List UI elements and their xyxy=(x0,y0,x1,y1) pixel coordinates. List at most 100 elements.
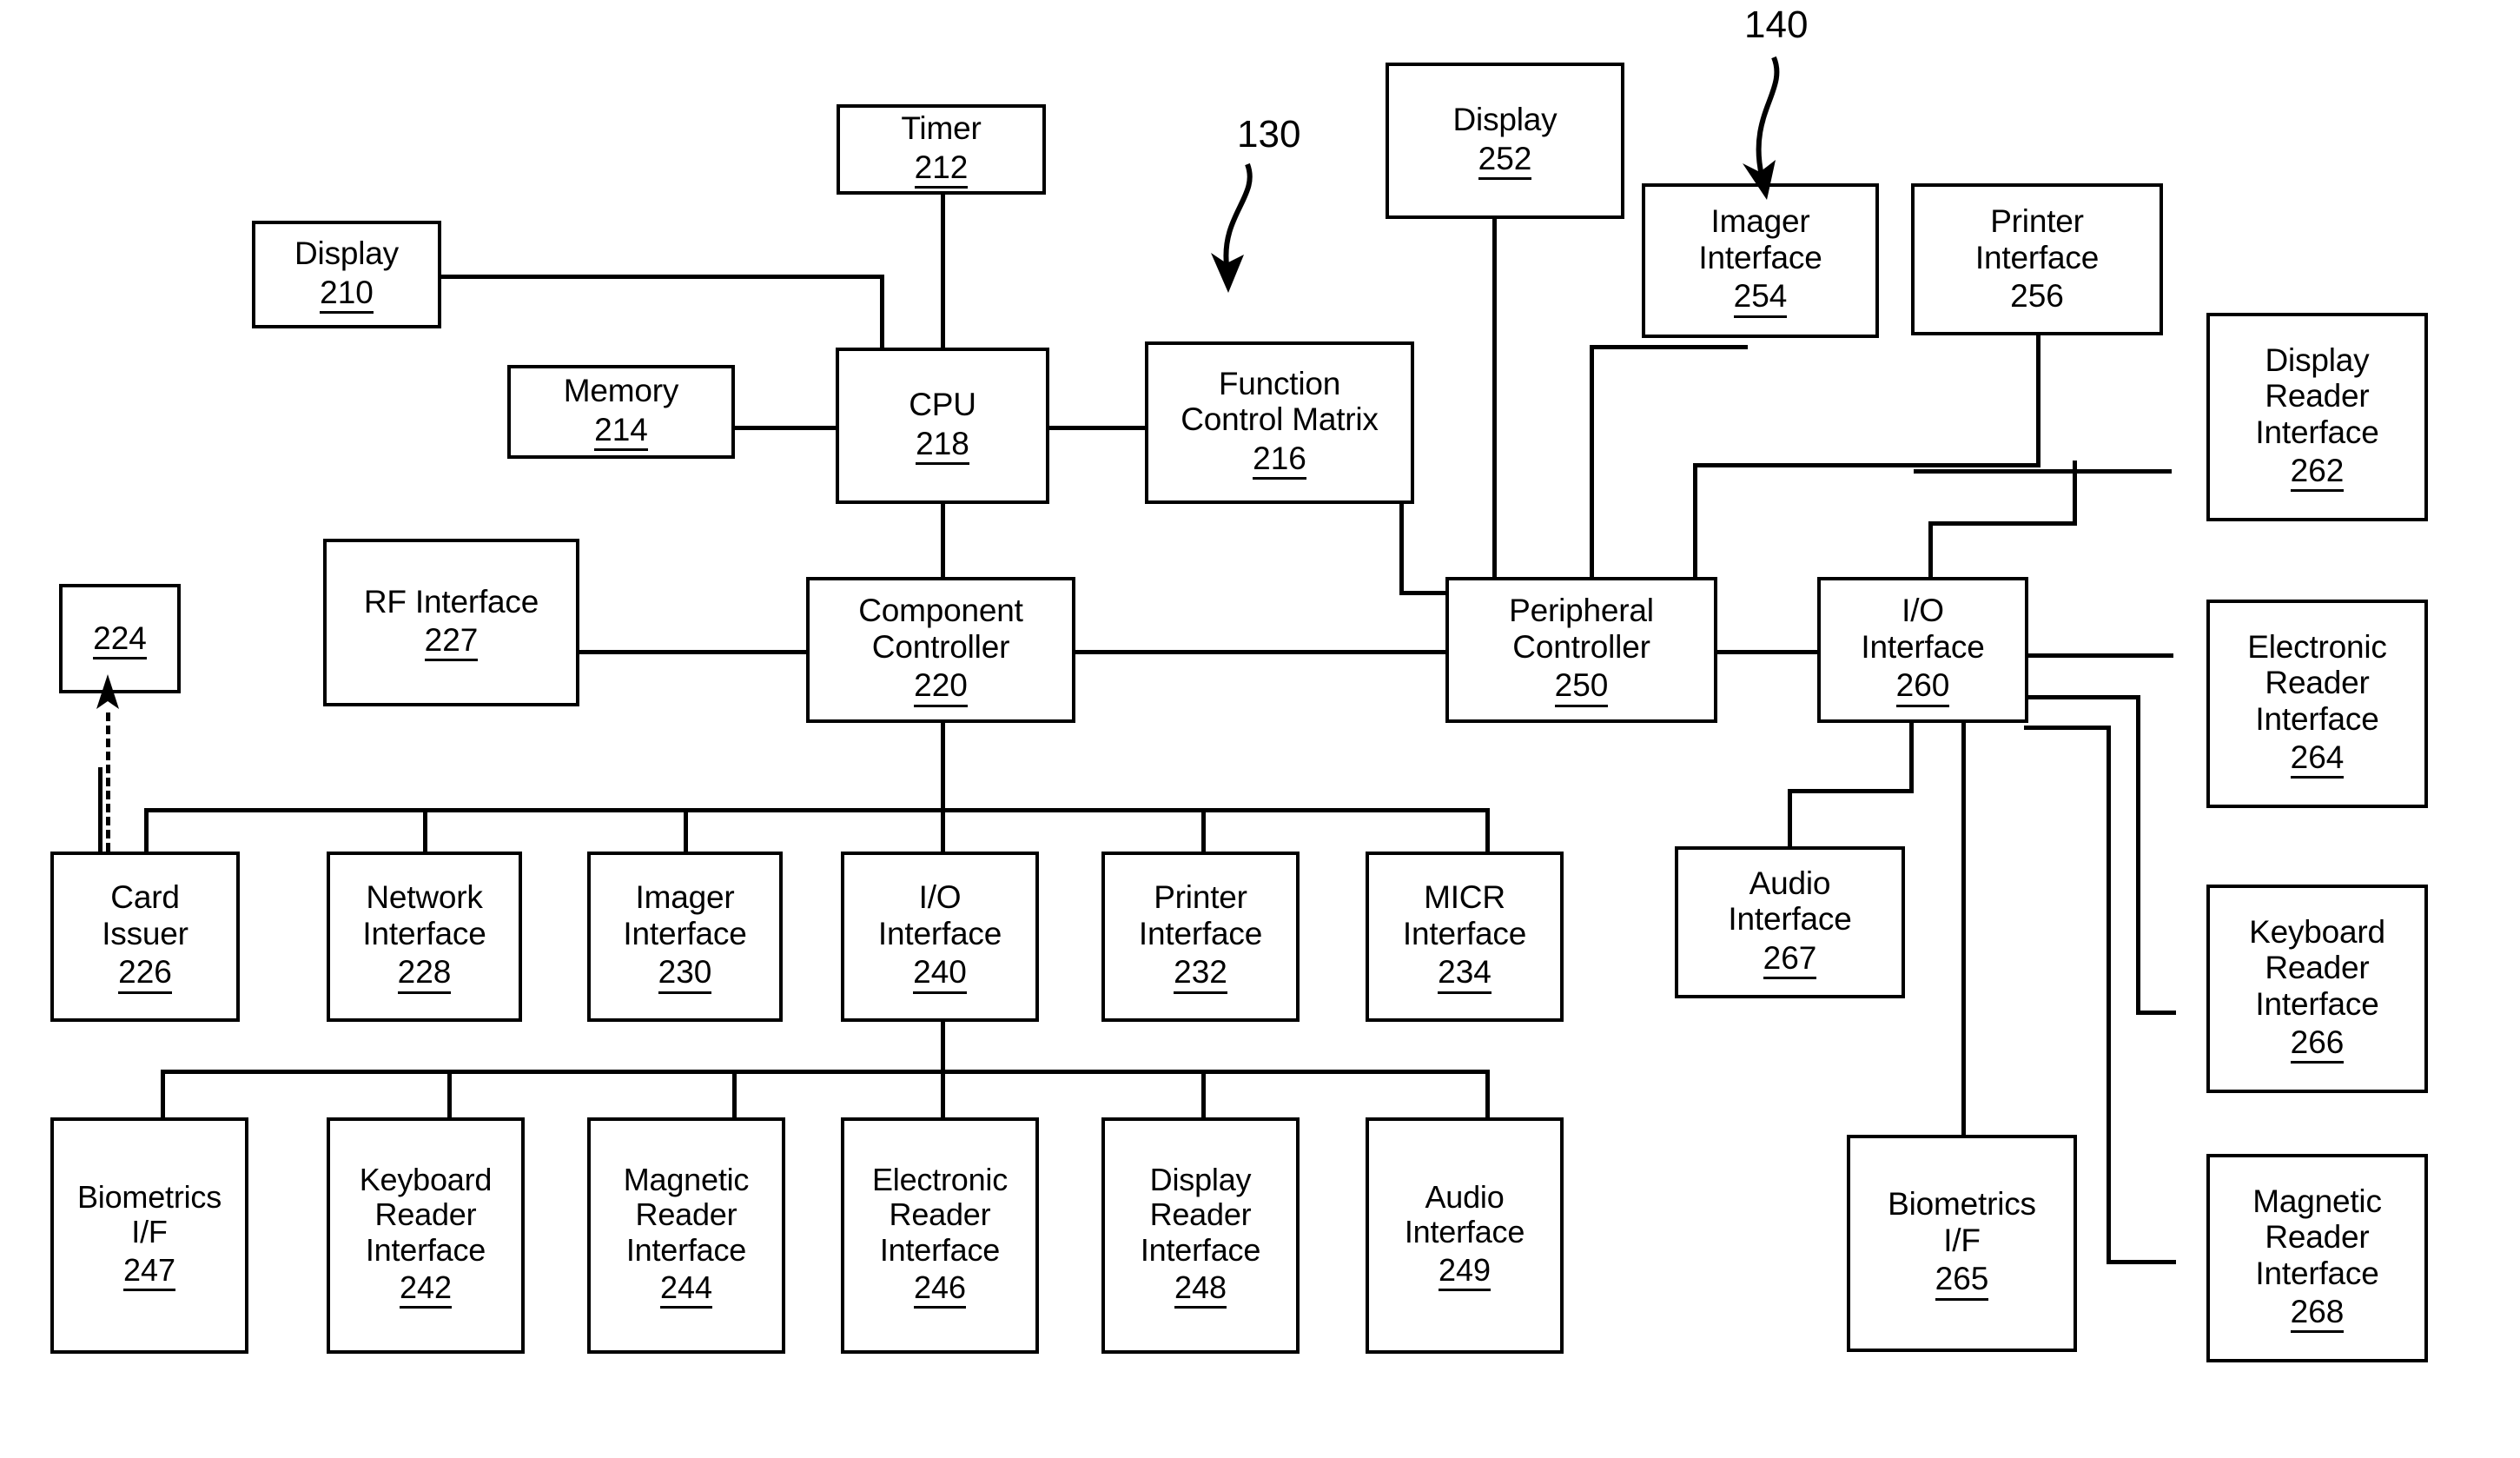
node-timer-212-number: 212 xyxy=(914,149,969,189)
node-imager-interface-230-label: Imager Interface xyxy=(623,879,747,951)
node-card-issuer-226[interactable]: Card Issuer 226 xyxy=(50,852,240,1022)
callout-130-label: 130 xyxy=(1237,113,1301,156)
node-printer-interface-256[interactable]: Printer Interface 256 xyxy=(1911,183,2163,335)
bus2-drop-biometrics xyxy=(161,1070,165,1119)
wire-printer256-drop xyxy=(2036,333,2040,467)
node-printer-interface-232[interactable]: Printer Interface 232 xyxy=(1101,852,1300,1022)
node-keyboard-reader-interface-242-label: Keyboard Reader Interface xyxy=(359,1161,493,1268)
node-memory-214-number: 214 xyxy=(594,412,648,451)
node-magnetic-reader-interface-244[interactable]: Magnetic Reader Interface 244 xyxy=(587,1117,785,1354)
node-display-reader-interface-248[interactable]: Display Reader Interface 248 xyxy=(1101,1117,1300,1354)
bus-drop-imager-if xyxy=(684,808,688,855)
node-memory-214[interactable]: Memory 214 xyxy=(507,365,735,459)
node-timer-212-label: Timer xyxy=(901,110,982,147)
node-electronic-reader-interface-264-number: 264 xyxy=(2290,739,2345,779)
node-imager-interface-230[interactable]: Imager Interface 230 xyxy=(587,852,783,1022)
node-224-number: 224 xyxy=(93,620,147,660)
node-display-252[interactable]: Display 252 xyxy=(1386,63,1624,219)
node-biometrics-if-265-label: Biometrics I/F xyxy=(1888,1186,2036,1258)
wire-io260-to-display-reader262 xyxy=(1914,469,2172,474)
bus2-drop-audio xyxy=(1485,1070,1490,1119)
arrowhead-to-224 xyxy=(96,674,119,709)
node-network-interface-228[interactable]: Network Interface 228 xyxy=(327,852,522,1022)
node-imager-interface-254-label: Imager Interface xyxy=(1698,203,1822,275)
node-rf-interface-227-label: RF Interface xyxy=(363,583,539,620)
node-io-interface-240-label: I/O Interface xyxy=(877,879,1002,951)
node-function-control-matrix-216[interactable]: Function Control Matrix 216 xyxy=(1145,341,1414,504)
wire-card-issuer-stub xyxy=(98,767,103,854)
wire-function-matrix-to-peripheral xyxy=(1399,591,1452,595)
node-component-controller-220[interactable]: Component Controller 220 xyxy=(806,577,1075,723)
wire-component-controller-down xyxy=(941,719,945,811)
node-cpu-218[interactable]: CPU 218 xyxy=(836,348,1049,504)
wire-cpu-to-function-matrix xyxy=(1048,426,1146,430)
node-magnetic-reader-interface-268-number: 268 xyxy=(2290,1294,2345,1334)
node-biometrics-if-265[interactable]: Biometrics I/F 265 xyxy=(1847,1135,2077,1352)
wire-printer256-left xyxy=(1693,463,2040,467)
wire-component-to-peripheral xyxy=(1074,650,1446,654)
node-display-210[interactable]: Display 210 xyxy=(252,221,441,328)
node-rf-interface-227[interactable]: RF Interface 227 xyxy=(323,539,579,706)
wire-rf-to-component-controller xyxy=(577,650,807,654)
node-io-interface-240[interactable]: I/O Interface 240 xyxy=(841,852,1039,1022)
node-keyboard-reader-interface-266[interactable]: Keyboard Reader Interface 266 xyxy=(2206,885,2428,1093)
node-printer-interface-232-label: Printer Interface xyxy=(1138,879,1263,951)
node-display-252-label: Display xyxy=(1452,102,1558,138)
node-timer-212[interactable]: Timer 212 xyxy=(837,104,1046,195)
node-display-reader-interface-262-label: Display Reader Interface xyxy=(2255,341,2379,450)
node-network-interface-228-label: Network Interface xyxy=(362,879,486,951)
node-micr-interface-234-label: MICR Interface xyxy=(1402,879,1527,951)
wire-printer256-to-peripheral xyxy=(1693,463,1697,581)
bus-drop-printer-if xyxy=(1201,808,1206,855)
node-electronic-reader-interface-264[interactable]: Electronic Reader Interface 264 xyxy=(2206,600,2428,808)
node-network-interface-228-number: 228 xyxy=(397,954,452,994)
node-display-reader-interface-248-number: 248 xyxy=(1174,1269,1227,1309)
node-electronic-reader-interface-264-label: Electronic Reader Interface xyxy=(2247,628,2387,737)
node-io-interface-260[interactable]: I/O Interface 260 xyxy=(1817,577,2028,723)
node-io-interface-260-label: I/O Interface xyxy=(1861,593,1985,665)
wire-memory-to-cpu xyxy=(733,426,837,430)
node-keyboard-reader-interface-242[interactable]: Keyboard Reader Interface 242 xyxy=(327,1117,525,1354)
node-cpu-218-label: CPU xyxy=(909,387,976,423)
node-peripheral-controller-250[interactable]: Peripheral Controller 250 xyxy=(1445,577,1717,723)
node-printer-interface-256-number: 256 xyxy=(2010,278,2064,315)
bus2-drop-electronic-reader xyxy=(941,1070,945,1119)
wire-imager254-elbow-h xyxy=(1590,345,1748,349)
bus2-drop-magnetic-reader xyxy=(732,1070,737,1119)
wire-card-issuer-to-224-dashed xyxy=(106,712,110,852)
bus-drop-io-if-240 xyxy=(941,808,945,855)
node-display-reader-interface-248-label: Display Reader Interface xyxy=(1140,1161,1261,1268)
wire-io260-to-biometrics265 xyxy=(1961,721,1966,1138)
callout-140-arrow xyxy=(1743,56,1780,200)
node-display-reader-interface-262[interactable]: Display Reader Interface 262 xyxy=(2206,313,2428,521)
node-cpu-218-number: 218 xyxy=(916,426,969,465)
node-display-210-label: Display xyxy=(294,235,399,272)
node-magnetic-reader-interface-244-label: Magnetic Reader Interface xyxy=(623,1161,750,1268)
node-printer-interface-256-label: Printer Interface xyxy=(1974,203,2100,275)
wire-io260-to-keyboard-reader266-h1 xyxy=(2024,695,2140,699)
node-biometrics-if-247[interactable]: Biometrics I/F 247 xyxy=(50,1117,248,1354)
wire-io260-top-drop xyxy=(1928,521,1933,582)
node-component-controller-220-label: Component Controller xyxy=(858,593,1023,665)
node-micr-interface-234-number: 234 xyxy=(1438,954,1491,994)
node-audio-interface-267[interactable]: Audio Interface 267 xyxy=(1675,846,1905,998)
node-keyboard-reader-interface-266-label: Keyboard Reader Interface xyxy=(2249,913,2385,1022)
node-rf-interface-227-number: 227 xyxy=(424,622,479,662)
wire-peripheral-to-io260 xyxy=(1715,650,1819,654)
node-audio-interface-249-label: Audio Interface xyxy=(1404,1179,1525,1250)
wire-io260-to-magnetic-reader268-h1 xyxy=(2024,726,2111,730)
node-electronic-reader-interface-246[interactable]: Electronic Reader Interface 246 xyxy=(841,1117,1039,1354)
node-imager-interface-254-number: 254 xyxy=(1733,278,1788,318)
node-electronic-reader-interface-246-label: Electronic Reader Interface xyxy=(871,1161,1009,1268)
node-magnetic-reader-interface-268[interactable]: Magnetic Reader Interface 268 xyxy=(2206,1154,2428,1362)
node-card-issuer-226-number: 226 xyxy=(118,954,172,994)
figure-canvas: 130 140 Display 210 Timer 212 Memory 214… xyxy=(0,0,2520,1458)
node-peripheral-controller-250-label: Peripheral Controller xyxy=(1509,593,1654,665)
wire-io260-to-keyboard-reader266-h2 xyxy=(2136,1011,2176,1015)
node-micr-interface-234[interactable]: MICR Interface 234 xyxy=(1366,852,1564,1022)
node-display-210-number: 210 xyxy=(320,275,374,314)
node-audio-interface-249[interactable]: Audio Interface 249 xyxy=(1366,1117,1564,1354)
node-card-issuer-226-label: Card Issuer xyxy=(102,879,189,951)
bus2-drop-keyboard-reader xyxy=(447,1070,452,1119)
bus-component-controller xyxy=(144,808,1487,812)
